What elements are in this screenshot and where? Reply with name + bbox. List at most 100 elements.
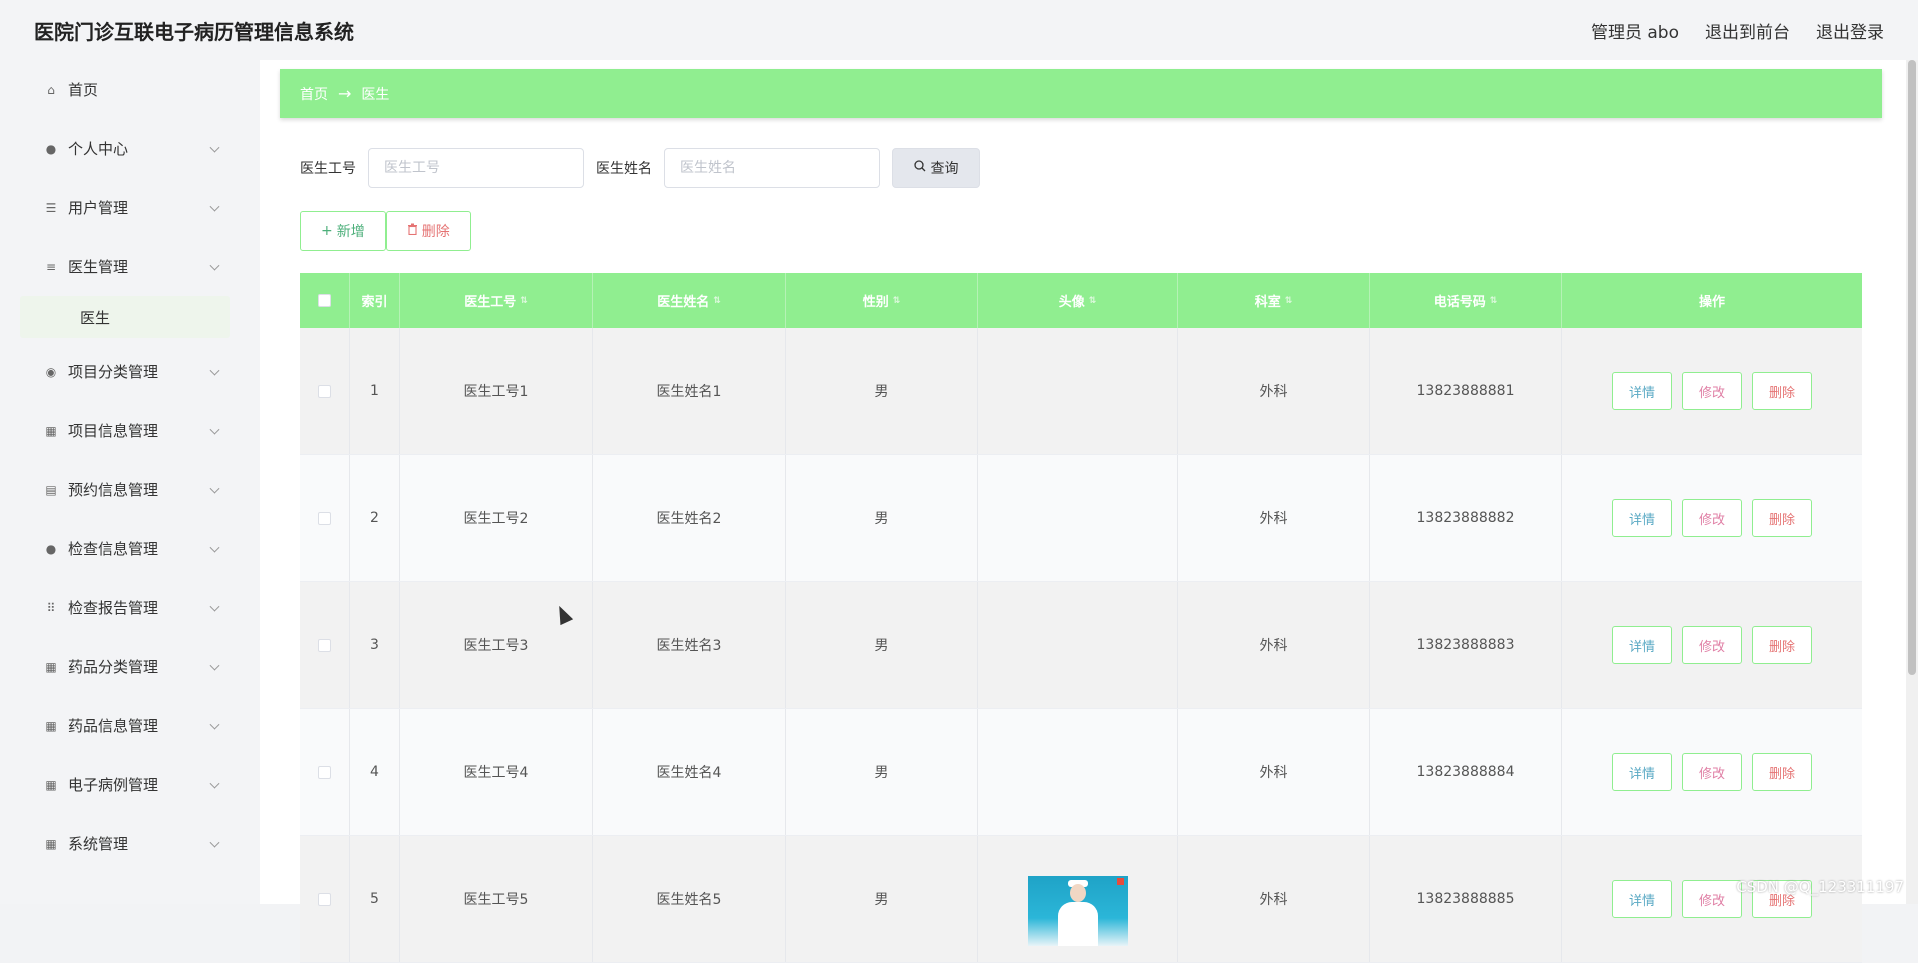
chevron-down-icon	[210, 424, 220, 434]
sidebar-item[interactable]: ▤预约信息管理	[20, 460, 230, 519]
cell-department: 外科	[1178, 455, 1370, 581]
select-all-checkbox[interactable]	[318, 294, 331, 307]
cell-doctor-name: 医生姓名2	[593, 455, 786, 581]
cell-doctor-name: 医生姓名4	[593, 709, 786, 835]
column-header-label: 医生姓名	[657, 291, 709, 310]
delete-button[interactable]: 删除	[1752, 372, 1812, 410]
sidebar-item[interactable]: ▦药品分类管理	[20, 637, 230, 696]
delete-button[interactable]: 删除	[1752, 499, 1812, 537]
table-row: 2医生工号2医生姓名2男外科13823888882详情修改删除	[300, 455, 1862, 582]
column-header[interactable]: 科室⇅	[1178, 273, 1370, 328]
column-header[interactable]: 医生姓名 ⇅	[593, 273, 786, 328]
breadcrumb-home[interactable]: 首页	[300, 84, 328, 104]
doctor-avatar-image[interactable]	[1028, 876, 1128, 946]
cell-phone: 13823888884	[1370, 709, 1562, 835]
cell-index: 5	[350, 836, 400, 962]
edit-button[interactable]: 修改	[1682, 626, 1742, 664]
delete-button[interactable]: 删除	[1752, 753, 1812, 791]
sidebar-item-label: 用户管理	[68, 197, 128, 218]
chevron-down-icon	[210, 660, 220, 670]
sidebar-item-label: 电子病例管理	[68, 774, 158, 795]
row-select-cell	[300, 328, 350, 454]
cell-gender: 男	[786, 582, 978, 708]
row-checkbox[interactable]	[318, 512, 331, 525]
sort-icon[interactable]: ⇅	[520, 296, 528, 306]
sidebar-item-label: 个人中心	[68, 138, 128, 159]
sort-icon[interactable]: ⇅	[1089, 296, 1097, 306]
chevron-down-icon	[210, 542, 220, 552]
edit-button[interactable]: 修改	[1682, 372, 1742, 410]
action-buttons: + 新增 删除	[300, 211, 471, 251]
column-header[interactable]: 医生工号⇅	[400, 273, 593, 328]
sidebar-item-label: 项目分类管理	[68, 361, 158, 382]
cell-phone: 13823888881	[1370, 328, 1562, 454]
sidebar-item[interactable]: ●个人中心	[20, 119, 230, 178]
sort-icon[interactable]: ⇅	[893, 296, 901, 306]
edit-button[interactable]: 修改	[1682, 499, 1742, 537]
doctor-id-input[interactable]	[368, 148, 584, 188]
sidebar: ⌂首页●个人中心☰用户管理≡医生管理医生◉项目分类管理▦项目信息管理▤预约信息管…	[0, 60, 260, 904]
column-header[interactable]: 性别 ⇅	[786, 273, 978, 328]
cell-index: 2	[350, 455, 400, 581]
select-all-header	[300, 273, 350, 328]
sort-icon[interactable]: ⇅	[713, 296, 721, 306]
sidebar-item[interactable]: ▦系统管理	[20, 814, 230, 873]
batch-delete-button[interactable]: 删除	[386, 211, 471, 251]
sidebar-item[interactable]: ▦ 项目信息管理	[20, 401, 230, 460]
sidebar-item-label: 医生	[80, 307, 110, 328]
sidebar-subitem-doctor[interactable]: 医生	[20, 296, 230, 338]
column-header[interactable]: 头像⇅	[978, 273, 1178, 328]
cell-phone: 13823888885	[1370, 836, 1562, 962]
grid-icon: ▦	[44, 837, 58, 851]
edit-button[interactable]: 修改	[1682, 880, 1742, 918]
detail-button[interactable]: 详情	[1612, 499, 1672, 537]
sidebar-item-label: 药品分类管理	[68, 656, 158, 677]
user-icon: ●	[44, 542, 58, 556]
row-checkbox[interactable]	[318, 639, 331, 652]
column-header: 索引	[350, 273, 400, 328]
sidebar-item[interactable]: ⠿检查报告管理	[20, 578, 230, 637]
column-header[interactable]: 电话号码⇅	[1370, 273, 1562, 328]
cell-avatar	[978, 328, 1178, 454]
grid-icon: ▦	[44, 424, 58, 438]
list-icon: ≡	[44, 260, 58, 274]
logout-link[interactable]: 退出登录	[1816, 18, 1884, 43]
search-form: 医生工号 医生姓名 查询	[300, 148, 980, 188]
table-body: 1医生工号1医生姓名1男外科13823888881详情修改删除2医生工号2医生姓…	[300, 328, 1862, 963]
chevron-down-icon	[210, 201, 220, 211]
add-button[interactable]: + 新增	[300, 211, 386, 251]
detail-button[interactable]: 详情	[1612, 753, 1672, 791]
search-icon	[914, 160, 926, 176]
detail-button[interactable]: 详情	[1612, 880, 1672, 918]
sidebar-item[interactable]: ⌂首页	[20, 60, 230, 119]
sidebar-item[interactable]: ●检查信息管理	[20, 519, 230, 578]
cell-doctor-name: 医生姓名3	[593, 582, 786, 708]
sort-icon[interactable]: ⇅	[1490, 296, 1498, 306]
doctor-name-input[interactable]	[664, 148, 880, 188]
table-row: 5医生工号5医生姓名5男外科13823888885详情修改删除	[300, 836, 1862, 963]
row-checkbox[interactable]	[318, 766, 331, 779]
detail-button[interactable]: 详情	[1612, 372, 1672, 410]
detail-button[interactable]: 详情	[1612, 626, 1672, 664]
scrollbar-thumb[interactable]	[1908, 60, 1916, 675]
cell-operations: 详情修改删除	[1562, 836, 1862, 962]
delete-button[interactable]: 删除	[1752, 626, 1812, 664]
sidebar-item[interactable]: ☰用户管理	[20, 178, 230, 237]
sidebar-item[interactable]: ▦药品信息管理	[20, 696, 230, 755]
sidebar-item-label: 项目信息管理	[68, 420, 158, 441]
sidebar-item[interactable]: ≡医生管理	[20, 237, 230, 296]
row-checkbox[interactable]	[318, 385, 331, 398]
back-to-front-link[interactable]: 退出到前台	[1705, 18, 1790, 43]
sidebar-item[interactable]: ◉项目分类管理	[20, 342, 230, 401]
sidebar-item[interactable]: ▦电子病例管理	[20, 755, 230, 814]
page-scrollbar[interactable]	[1906, 60, 1918, 904]
clipboard-icon: ▤	[44, 483, 58, 497]
edit-button[interactable]: 修改	[1682, 753, 1742, 791]
row-select-cell	[300, 836, 350, 962]
sort-icon[interactable]: ⇅	[1285, 296, 1293, 306]
query-button-label: 查询	[931, 158, 959, 178]
query-button[interactable]: 查询	[892, 148, 980, 188]
doctor-table: 索引医生工号⇅医生姓名⇅性别⇅头像⇅科室⇅电话号码⇅操作 1医生工号1医生姓名1…	[300, 273, 1862, 963]
column-header-label: 性别	[863, 291, 889, 310]
table-row: 4医生工号4医生姓名4男外科13823888884详情修改删除	[300, 709, 1862, 836]
